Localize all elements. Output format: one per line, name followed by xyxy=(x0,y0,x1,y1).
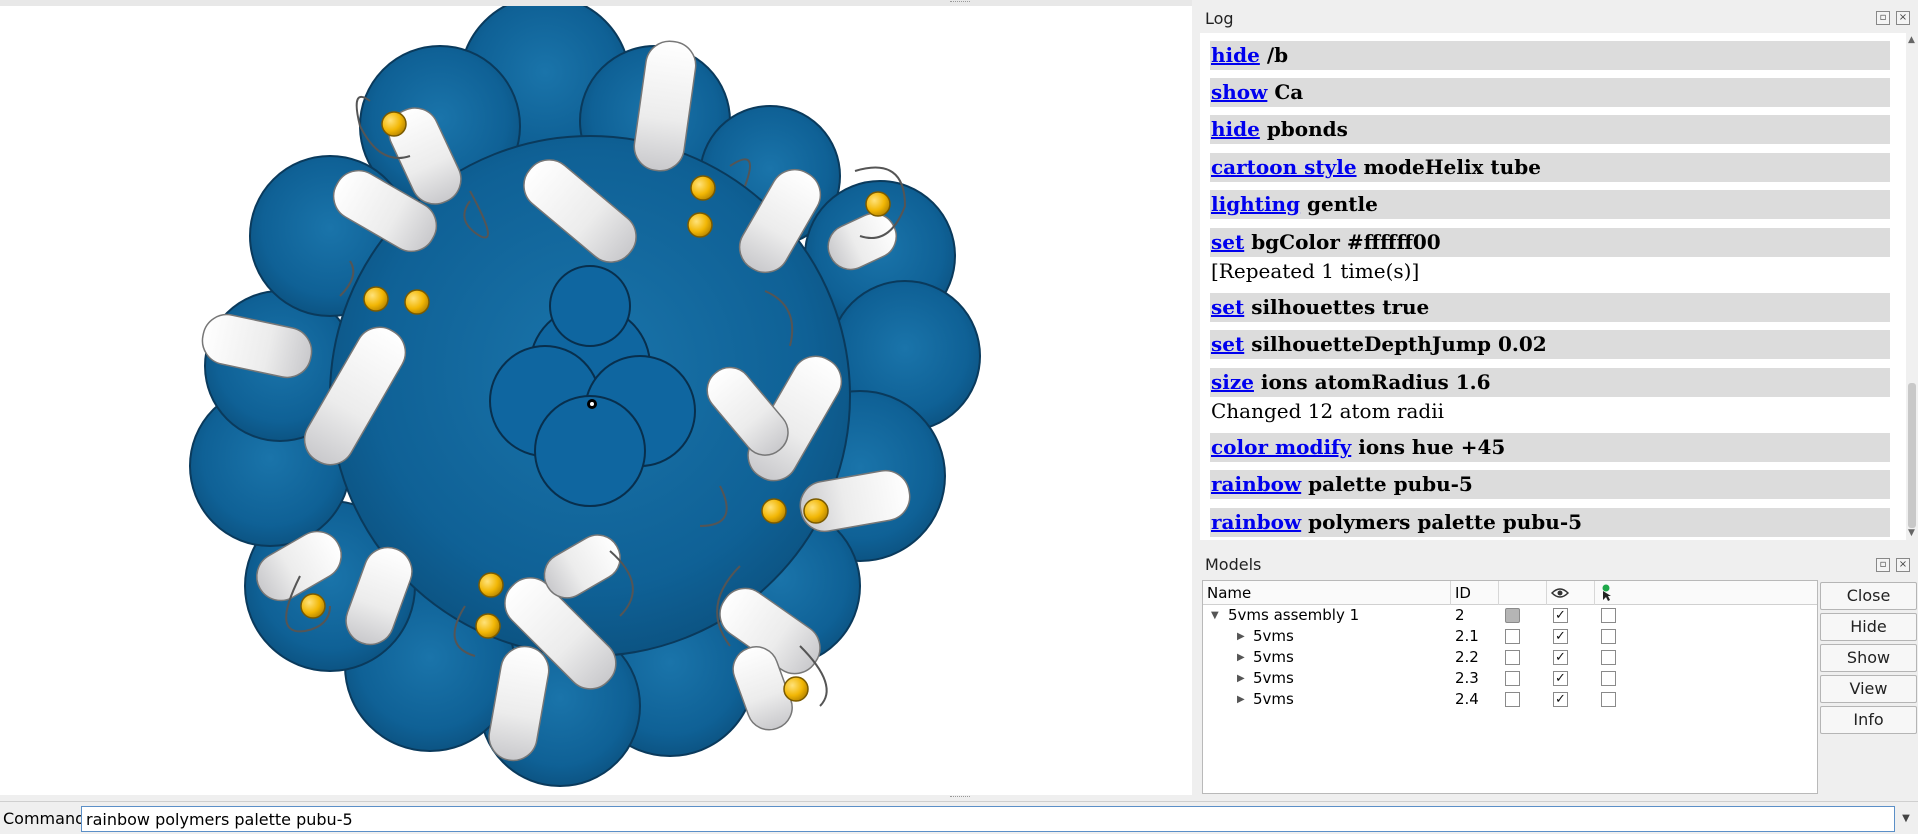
float-icon[interactable]: ▫ xyxy=(1876,558,1890,572)
log-entry: set bgColor #ffffff00 xyxy=(1210,228,1890,257)
expand-arrow-icon[interactable]: ▶ xyxy=(1237,647,1245,668)
model-name: 5vms xyxy=(1253,648,1294,666)
model-name: 5vms xyxy=(1253,690,1294,708)
chimerax-window: Log ▫ × hide /b show Ca hide pbonds cart… xyxy=(0,0,1918,834)
model-id: 2.3 xyxy=(1455,669,1479,687)
expand-arrow-icon[interactable]: ▶ xyxy=(1237,689,1245,710)
info-button[interactable]: Info xyxy=(1820,706,1917,734)
log-entry: set silhouetteDepthJump 0.02 xyxy=(1210,330,1890,359)
select-checkbox[interactable] xyxy=(1601,629,1616,644)
log-command-link[interactable]: set xyxy=(1211,295,1244,319)
table-row[interactable]: ▶ 5vms 2.4 ✓ xyxy=(1203,689,1817,710)
select-checkbox[interactable] xyxy=(1601,608,1616,623)
table-row[interactable]: ▼ 5vms assembly 1 2 ✓ xyxy=(1203,605,1817,626)
command-input[interactable] xyxy=(81,806,1895,832)
model-id: 2.2 xyxy=(1455,648,1479,666)
log-command-link[interactable]: cartoon style xyxy=(1211,155,1357,179)
log-panel: hide /b show Ca hide pbonds cartoon styl… xyxy=(1200,33,1906,540)
model-name: 5vms xyxy=(1253,627,1294,645)
log-message: Changed 12 atom radii xyxy=(1211,399,1444,423)
log-command-link[interactable]: rainbow xyxy=(1211,510,1301,534)
log-entry: cartoon style modeHelix tube xyxy=(1210,153,1890,182)
model-name: 5vms assembly 1 xyxy=(1228,606,1360,624)
table-header: Name ID xyxy=(1203,581,1817,605)
log-command-link[interactable]: lighting xyxy=(1211,192,1300,216)
model-color-swatch[interactable] xyxy=(1505,650,1520,665)
hide-button[interactable]: Hide xyxy=(1820,613,1917,641)
log-command-link[interactable]: color modify xyxy=(1211,435,1351,459)
column-shown[interactable] xyxy=(1547,581,1595,605)
log-entry: rainbow polymers palette pubu-5 xyxy=(1210,508,1890,537)
model-id: 2.4 xyxy=(1455,690,1479,708)
log-command-link[interactable]: hide xyxy=(1211,117,1260,141)
pointer-icon xyxy=(1602,584,1611,601)
view-button[interactable]: View xyxy=(1820,675,1917,703)
model-color-swatch[interactable] xyxy=(1505,671,1520,686)
close-icon[interactable]: × xyxy=(1896,11,1910,25)
model-color-swatch[interactable] xyxy=(1505,692,1520,707)
log-entry: show Ca xyxy=(1210,78,1890,107)
collapse-arrow-icon[interactable]: ▼ xyxy=(1211,605,1219,626)
select-checkbox[interactable] xyxy=(1601,650,1616,665)
close-icon[interactable]: × xyxy=(1896,558,1910,572)
log-command-link[interactable]: set xyxy=(1211,332,1244,356)
shown-checkbox[interactable]: ✓ xyxy=(1553,671,1568,686)
log-command-link[interactable]: rainbow xyxy=(1211,472,1301,496)
model-id: 2.1 xyxy=(1455,627,1479,645)
log-command-link[interactable]: hide xyxy=(1211,43,1260,67)
log-command-link[interactable]: set xyxy=(1211,230,1244,254)
log-message: [Repeated 1 time(s)] xyxy=(1211,259,1420,283)
log-scrollbar[interactable]: ▲ ▼ xyxy=(1906,33,1918,540)
models-panel-title: Models xyxy=(1205,555,1262,574)
model-color-swatch[interactable] xyxy=(1505,629,1520,644)
log-command-link[interactable]: show xyxy=(1211,80,1267,104)
log-entry: hide /b xyxy=(1210,41,1890,70)
bottom-splitter[interactable] xyxy=(950,796,970,799)
eye-icon xyxy=(1550,588,1570,598)
log-entry: hide pbonds xyxy=(1210,115,1890,144)
command-bar: Command: ▼ xyxy=(0,801,1918,834)
molecule-rendering xyxy=(189,6,981,787)
models-table: Name ID ▼ 5vms assembly 1 2 ✓ ▶ 5vms 2.1… xyxy=(1202,580,1818,794)
shown-checkbox[interactable]: ✓ xyxy=(1553,650,1568,665)
command-label: Command: xyxy=(3,809,91,828)
expand-arrow-icon[interactable]: ▶ xyxy=(1237,626,1245,647)
column-color[interactable] xyxy=(1499,581,1547,605)
log-panel-title: Log xyxy=(1205,9,1234,28)
table-row[interactable]: ▶ 5vms 2.3 ✓ xyxy=(1203,668,1817,689)
close-button[interactable]: Close xyxy=(1820,582,1917,610)
scroll-down-icon[interactable]: ▼ xyxy=(1908,528,1915,538)
column-name[interactable]: Name xyxy=(1203,581,1451,605)
table-row[interactable]: ▶ 5vms 2.1 ✓ xyxy=(1203,626,1817,647)
log-entry: lighting gentle xyxy=(1210,190,1890,219)
graphics-viewport[interactable] xyxy=(0,6,1192,795)
dropdown-icon[interactable]: ▼ xyxy=(1896,806,1916,832)
select-checkbox[interactable] xyxy=(1601,692,1616,707)
shown-checkbox[interactable]: ✓ xyxy=(1553,629,1568,644)
column-id[interactable]: ID xyxy=(1451,581,1499,605)
model-color-swatch[interactable] xyxy=(1505,608,1520,623)
log-command-link[interactable]: size xyxy=(1211,370,1254,394)
select-checkbox[interactable] xyxy=(1601,671,1616,686)
models-panel-header: Models ▫ × xyxy=(1193,550,1918,580)
show-button[interactable]: Show xyxy=(1820,644,1917,672)
expand-arrow-icon[interactable]: ▶ xyxy=(1237,668,1245,689)
scroll-up-icon[interactable]: ▲ xyxy=(1908,35,1915,45)
log-entry: color modify ions hue +45 xyxy=(1210,433,1890,462)
log-entry: rainbow palette pubu-5 xyxy=(1210,470,1890,499)
model-id: 2 xyxy=(1455,606,1465,624)
model-name: 5vms xyxy=(1253,669,1294,687)
shown-checkbox[interactable]: ✓ xyxy=(1553,608,1568,623)
log-entry: size ions atomRadius 1.6 xyxy=(1210,368,1890,397)
table-row[interactable]: ▶ 5vms 2.2 ✓ xyxy=(1203,647,1817,668)
float-icon[interactable]: ▫ xyxy=(1876,11,1890,25)
scroll-thumb[interactable] xyxy=(1908,383,1916,528)
column-select[interactable] xyxy=(1595,581,1817,605)
log-entry: set silhouettes true xyxy=(1210,293,1890,322)
shown-checkbox[interactable]: ✓ xyxy=(1553,692,1568,707)
